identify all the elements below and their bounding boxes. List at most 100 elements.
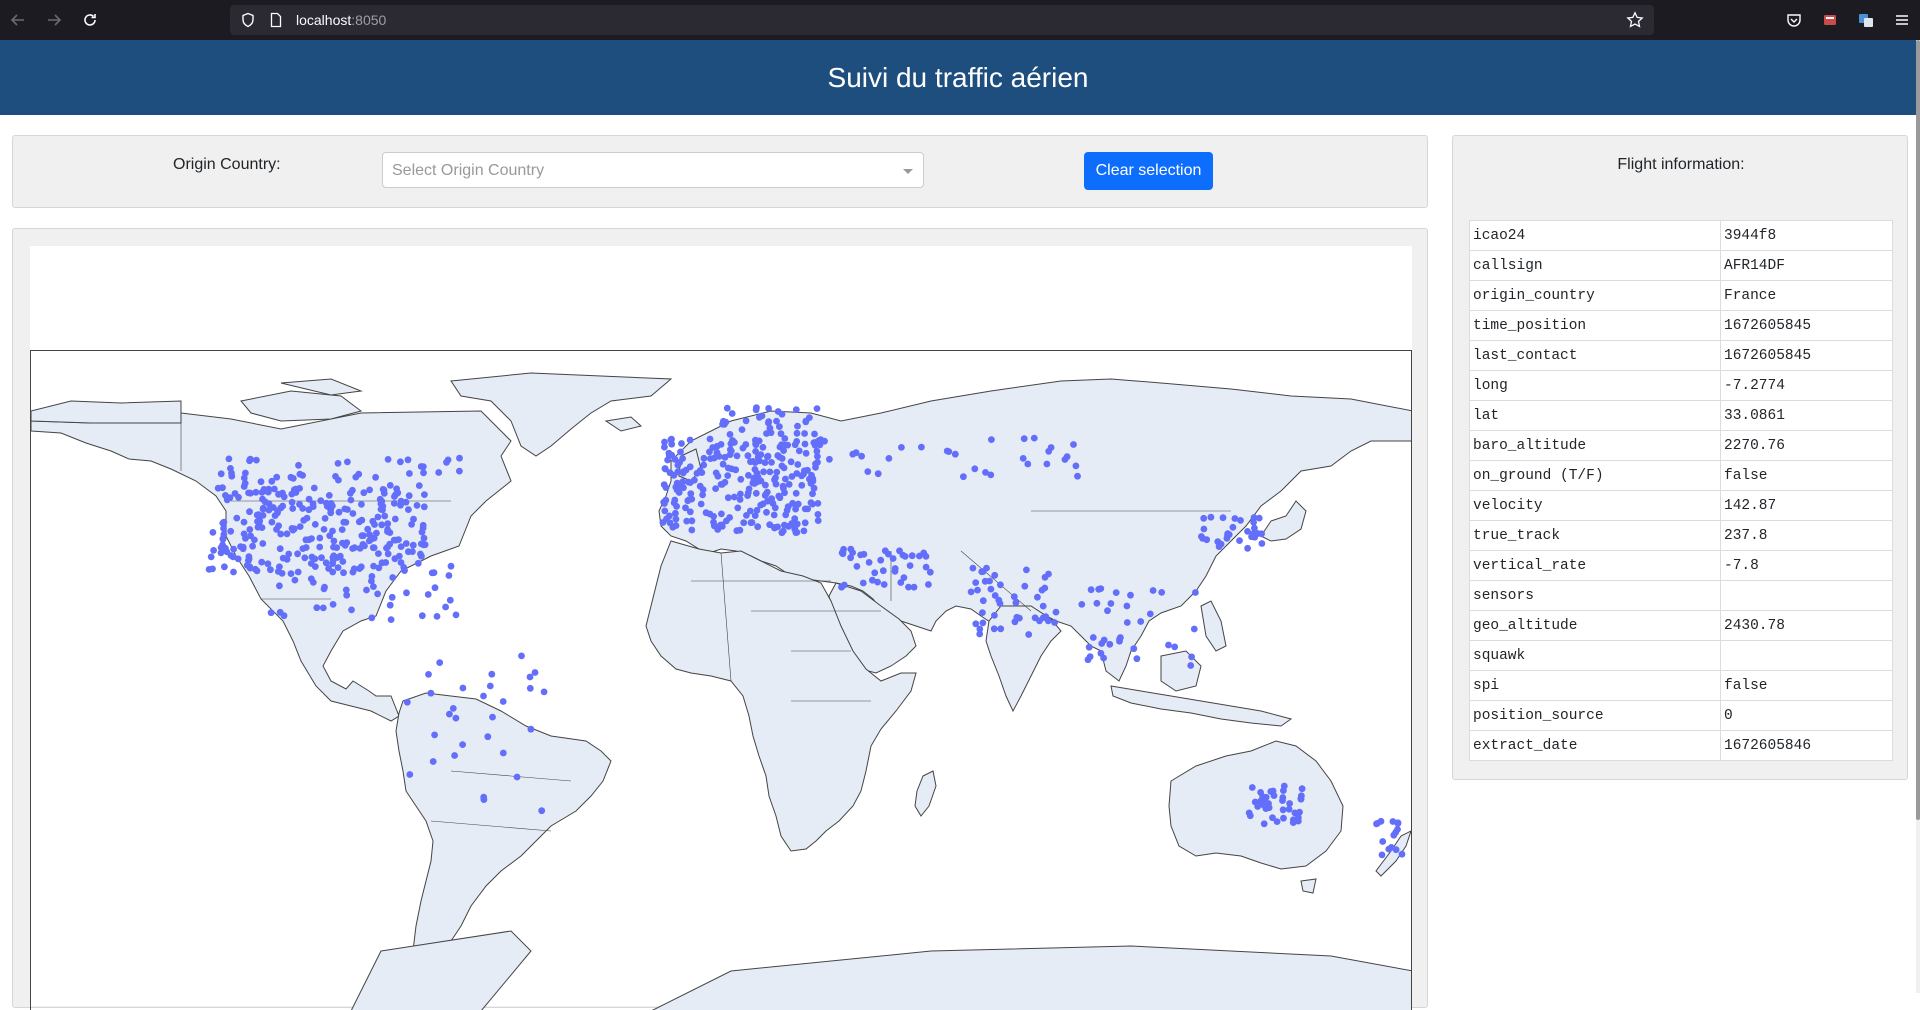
- flight-marker[interactable]: [979, 597, 987, 605]
- flight-marker[interactable]: [798, 481, 806, 489]
- flight-marker[interactable]: [334, 564, 342, 571]
- flight-marker[interactable]: [279, 554, 287, 562]
- flight-marker[interactable]: [905, 583, 912, 591]
- flight-marker[interactable]: [723, 404, 731, 412]
- flight-marker[interactable]: [1039, 602, 1047, 610]
- flight-marker[interactable]: [435, 469, 443, 476]
- flight-marker[interactable]: [489, 713, 496, 721]
- flight-marker[interactable]: [969, 564, 977, 572]
- flight-marker[interactable]: [397, 559, 405, 566]
- flight-marker[interactable]: [925, 581, 932, 588]
- flight-marker[interactable]: [329, 601, 337, 608]
- flight-marker[interactable]: [1269, 814, 1276, 822]
- flight-marker[interactable]: [393, 485, 400, 493]
- flight-marker[interactable]: [849, 450, 857, 458]
- flight-marker[interactable]: [486, 682, 494, 690]
- flight-marker[interactable]: [1244, 544, 1251, 552]
- flight-marker[interactable]: [229, 553, 237, 561]
- flight-marker[interactable]: [222, 492, 229, 499]
- flight-marker[interactable]: [386, 601, 394, 609]
- flight-marker[interactable]: [258, 489, 266, 496]
- flight-marker[interactable]: [292, 485, 300, 493]
- flight-marker[interactable]: [259, 495, 266, 503]
- flight-marker[interactable]: [1223, 535, 1231, 542]
- flight-marker[interactable]: [761, 459, 769, 466]
- flight-marker[interactable]: [316, 534, 324, 542]
- flight-marker[interactable]: [808, 471, 815, 479]
- flight-marker[interactable]: [869, 576, 876, 584]
- flight-marker[interactable]: [997, 581, 1004, 589]
- flight-marker[interactable]: [268, 518, 276, 526]
- flight-marker[interactable]: [417, 463, 425, 470]
- flight-marker[interactable]: [1133, 655, 1141, 663]
- flight-marker[interactable]: [714, 526, 722, 533]
- flight-marker[interactable]: [384, 550, 392, 558]
- flight-marker[interactable]: [755, 437, 763, 445]
- flight-marker[interactable]: [1394, 820, 1402, 827]
- flight-marker[interactable]: [381, 512, 389, 520]
- flight-marker[interactable]: [733, 527, 741, 535]
- flight-marker[interactable]: [459, 684, 467, 692]
- flight-marker[interactable]: [329, 502, 336, 510]
- flight-marker[interactable]: [899, 551, 907, 559]
- flight-marker[interactable]: [442, 603, 449, 611]
- flight-marker[interactable]: [979, 619, 987, 627]
- flight-marker[interactable]: [1200, 514, 1208, 522]
- flight-marker[interactable]: [287, 570, 295, 577]
- world-map-frame[interactable]: [30, 350, 1412, 1010]
- flight-marker[interactable]: [1089, 634, 1097, 641]
- flight-marker[interactable]: [891, 565, 899, 572]
- flight-marker[interactable]: [717, 441, 725, 448]
- flight-marker[interactable]: [420, 534, 428, 542]
- flight-marker[interactable]: [774, 452, 782, 459]
- flight-marker[interactable]: [1031, 614, 1039, 622]
- flight-marker[interactable]: [289, 475, 297, 482]
- flight-marker[interactable]: [379, 486, 387, 493]
- flight-marker[interactable]: [446, 596, 454, 604]
- flight-marker[interactable]: [1260, 801, 1268, 809]
- url-bar[interactable]: localhost:8050: [230, 5, 1654, 35]
- flight-marker[interactable]: [801, 519, 809, 527]
- flight-marker[interactable]: [688, 526, 696, 534]
- flight-marker[interactable]: [718, 510, 725, 518]
- flight-marker[interactable]: [265, 506, 273, 514]
- translate-button[interactable]: [1848, 0, 1884, 40]
- flight-marker[interactable]: [296, 500, 303, 508]
- flight-marker[interactable]: [384, 543, 391, 551]
- flight-marker[interactable]: [1085, 643, 1093, 651]
- flight-marker[interactable]: [763, 508, 770, 516]
- flight-marker[interactable]: [683, 517, 691, 525]
- flight-marker[interactable]: [425, 671, 432, 678]
- flight-marker[interactable]: [253, 567, 261, 575]
- flight-marker[interactable]: [1390, 831, 1398, 839]
- flight-marker[interactable]: [670, 471, 678, 479]
- flight-marker[interactable]: [864, 468, 872, 475]
- flight-marker[interactable]: [686, 436, 694, 444]
- flight-marker[interactable]: [772, 480, 780, 488]
- flight-marker[interactable]: [392, 536, 400, 544]
- flight-marker[interactable]: [420, 469, 427, 477]
- flight-marker[interactable]: [736, 496, 744, 503]
- flight-marker[interactable]: [1010, 593, 1018, 601]
- flight-marker[interactable]: [1251, 524, 1258, 532]
- flight-marker[interactable]: [356, 565, 363, 572]
- flight-marker[interactable]: [311, 563, 319, 570]
- flight-marker[interactable]: [663, 515, 670, 523]
- flight-marker[interactable]: [526, 684, 534, 692]
- flight-marker[interactable]: [749, 458, 757, 465]
- flight-marker[interactable]: [685, 496, 693, 504]
- flight-marker[interactable]: [243, 561, 251, 569]
- shield-icon[interactable]: [240, 12, 256, 28]
- flight-marker[interactable]: [1231, 515, 1239, 522]
- flight-marker[interactable]: [456, 454, 463, 462]
- flight-marker[interactable]: [267, 566, 274, 574]
- flight-marker[interactable]: [352, 473, 360, 481]
- flight-marker[interactable]: [391, 555, 399, 563]
- flight-marker[interactable]: [1267, 788, 1275, 795]
- flight-marker[interactable]: [721, 478, 729, 486]
- flight-marker[interactable]: [706, 435, 714, 443]
- flight-marker[interactable]: [661, 438, 668, 446]
- flight-marker[interactable]: [682, 504, 689, 512]
- flight-marker[interactable]: [340, 518, 348, 526]
- flight-marker[interactable]: [259, 505, 267, 513]
